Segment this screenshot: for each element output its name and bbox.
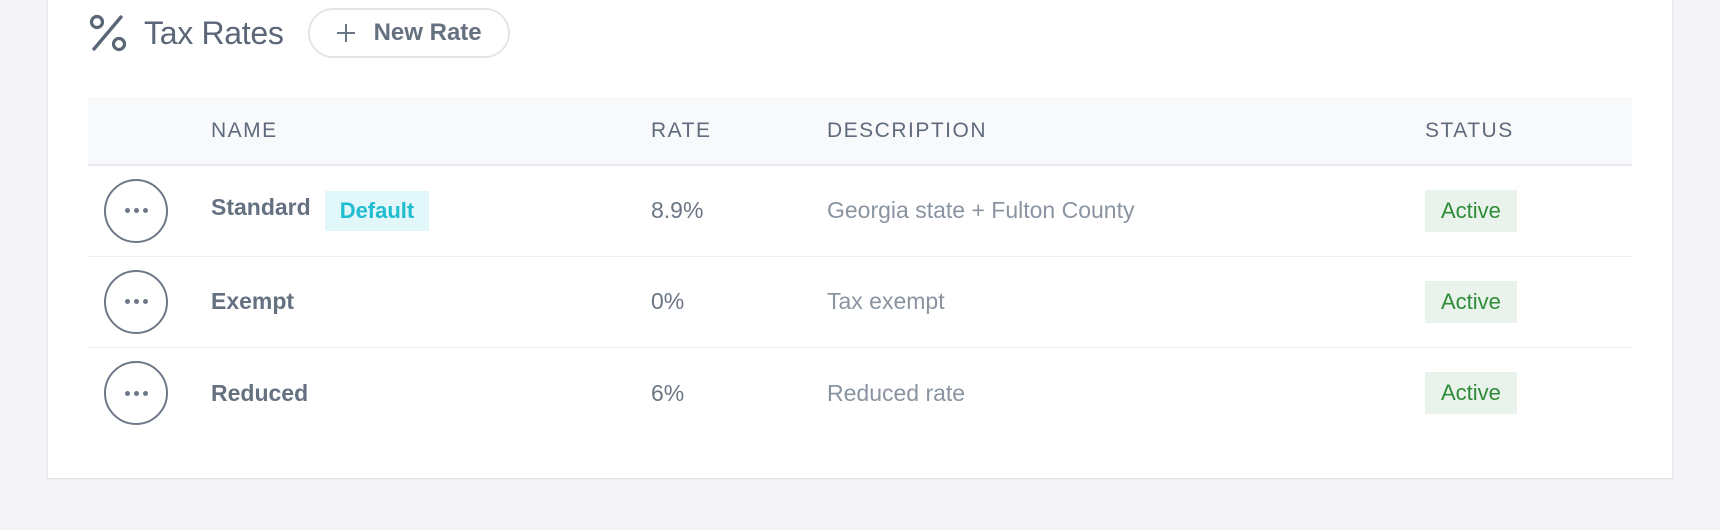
rate-description: Tax exempt [827,288,945,314]
column-header-rate: RATE [651,97,827,166]
tax-rates-table: NAME RATE DESCRIPTION STATUS Standard Def… [88,97,1632,439]
column-header-description: DESCRIPTION [827,97,1425,166]
status-cell: Active [1425,165,1632,257]
row-actions-button[interactable] [104,178,168,243]
table-header-row: NAME RATE DESCRIPTION STATUS [88,97,1632,166]
rate-cell: 8.9% [651,165,827,257]
section-header: Tax Rates New Rate [88,8,510,58]
rate-name: Standard [211,193,311,220]
more-horizontal-icon [124,299,148,304]
table-row: Standard Default 8.9% Georgia state + Ful… [88,165,1632,257]
description-cell: Reduced rate [827,347,1425,439]
table-row: Exempt 0% Tax exempt Active [88,256,1632,348]
row-actions-cell [88,347,211,439]
rate-value: 0% [651,288,685,314]
row-actions-cell [88,165,211,257]
rate-cell: 6% [651,347,827,439]
column-header-status: STATUS [1425,97,1632,166]
row-actions-button[interactable] [104,361,168,426]
new-rate-label: New Rate [373,19,482,46]
page-title: Tax Rates [144,14,284,51]
column-header-name: NAME [211,97,651,166]
name-cell: Standard Default [211,165,651,257]
column-header-actions [88,97,211,166]
rate-value: 8.9% [651,197,704,224]
status-badge: Active [1425,372,1517,415]
default-badge: Default [324,190,430,231]
status-badge: Active [1425,189,1517,232]
more-horizontal-icon [124,390,148,396]
status-cell: Active [1425,347,1632,439]
name-cell: Reduced [211,347,651,439]
new-rate-button[interactable]: New Rate [307,8,510,58]
rate-name: Reduced [211,379,309,406]
rate-description: Georgia state + Fulton County [827,197,1135,224]
rate-value: 6% [651,379,685,406]
row-actions-cell [88,256,211,348]
name-cell: Exempt [211,256,651,348]
rate-description: Reduced rate [827,379,966,406]
description-cell: Georgia state + Fulton County [827,165,1425,257]
rate-cell: 0% [651,256,827,348]
status-badge: Active [1425,280,1517,323]
rate-name: Exempt [211,288,295,314]
plus-icon [334,21,358,45]
table-row: Reduced 6% Reduced rate Active [88,347,1632,439]
more-horizontal-icon [124,208,148,214]
row-actions-button[interactable] [104,269,168,334]
status-cell: Active [1425,256,1632,348]
description-cell: Tax exempt [827,256,1425,348]
percent-icon [88,13,128,53]
